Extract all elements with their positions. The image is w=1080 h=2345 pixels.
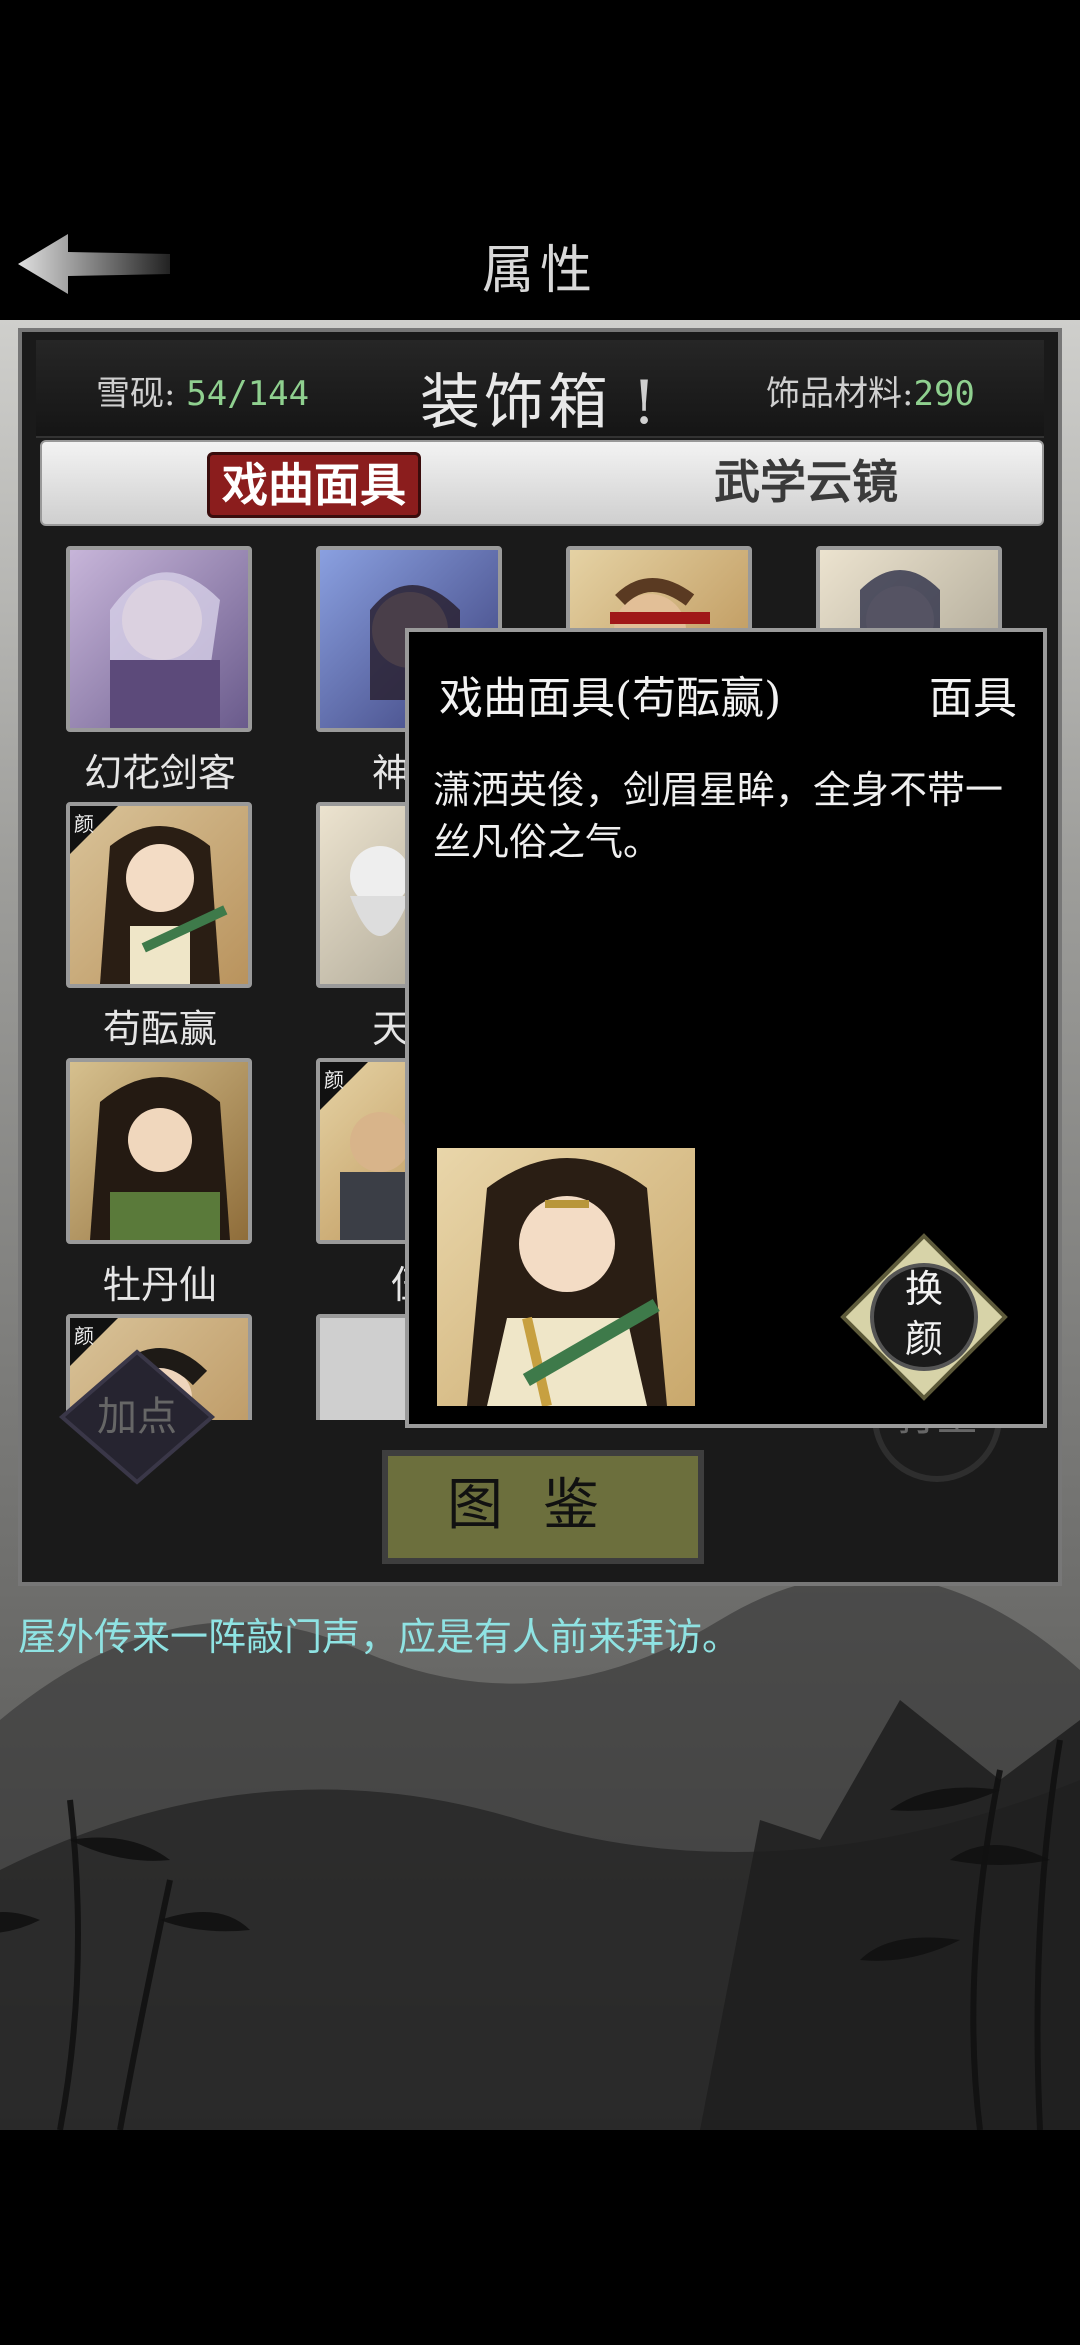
top-bar: 属性 (0, 0, 1080, 320)
bottom-letterbox (0, 2130, 1080, 2345)
swap-skin-label-line2: 颜 (904, 1317, 943, 1361)
panel-title-mark: ! (631, 368, 661, 438)
swap-skin-label-line1: 换 (904, 1267, 943, 1311)
popup-description: 潇洒英俊，剑眉星眸，全身不带一丝凡俗之气。 (433, 768, 1004, 864)
tab-bar: 戏曲面具 武学云镜 (40, 440, 1044, 526)
panel-title-text: 装饰箱 (419, 368, 612, 438)
material-label: 饰品材料: (766, 374, 914, 414)
grid-item[interactable]: 颜 苟酝赢 (62, 802, 258, 1058)
panel-header: 雪砚: 54/144 装饰箱! 饰品材料:290 (36, 340, 1044, 438)
mask-portrait (66, 546, 252, 732)
add-points-label: 加点 (97, 1394, 177, 1440)
page-title: 属性 (481, 241, 598, 301)
skin-tag-text: 颜 (324, 1068, 344, 1092)
popup-type: 面具 (929, 673, 1017, 724)
grid-item[interactable]: 牡丹仙 (62, 1058, 258, 1314)
skin-tag-text: 颜 (74, 812, 94, 836)
grid-item[interactable]: 幻花剑客 (62, 546, 258, 802)
tab-opera-masks[interactable]: 戏曲面具 (207, 452, 421, 518)
mask-portrait (66, 1058, 252, 1244)
tab-martial-mirror[interactable]: 武学云镜 (702, 452, 910, 512)
popup-title: 戏曲面具(苟酝赢) (439, 673, 782, 724)
item-detail-popup: 戏曲面具(苟酝赢) 面具 潇洒英俊，剑眉星眸，全身不带一丝凡俗之气。 换 颜 (405, 628, 1047, 1428)
atlas-button[interactable]: 图鉴 (382, 1450, 704, 1564)
popup-portrait (437, 1148, 695, 1406)
add-points-button[interactable]: 加点 (52, 1342, 222, 1492)
item-label: 牡丹仙 (102, 1263, 217, 1307)
material-counter: 饰品材料:290 (766, 366, 975, 415)
item-label: 幻花剑客 (83, 751, 236, 795)
mask-portrait: 颜 (66, 802, 252, 988)
material-value: 290 (913, 374, 975, 414)
event-message: 屋外传来一阵敲门声，应是有人前来拜访。 (18, 1615, 741, 1659)
swap-skin-label: 换 颜 (871, 1264, 977, 1364)
item-label: 苟酝赢 (102, 1007, 217, 1051)
